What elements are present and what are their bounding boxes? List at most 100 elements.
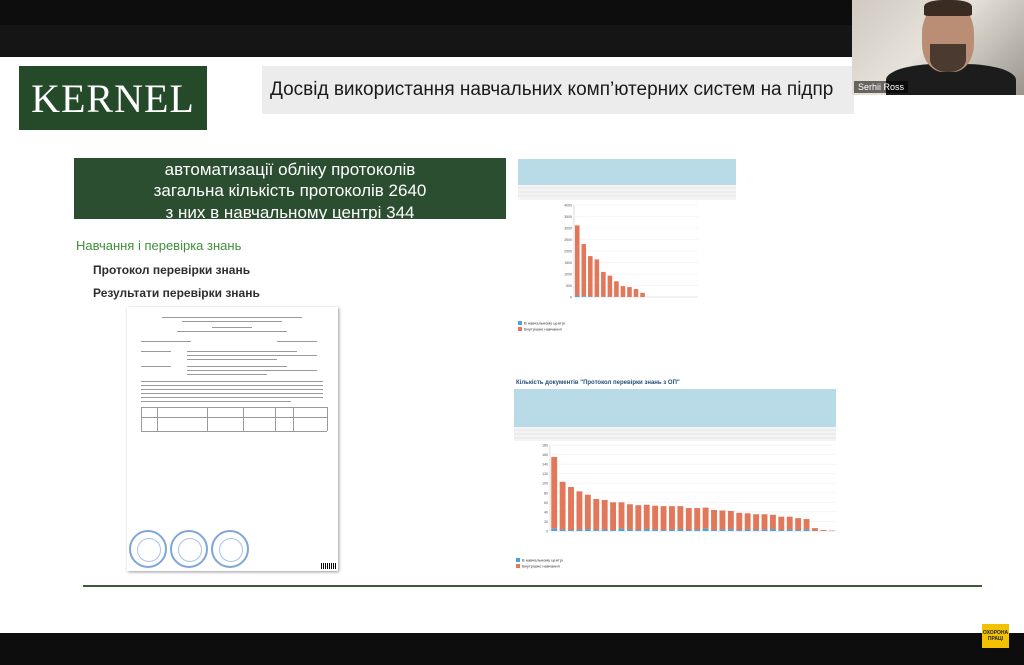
- legend-label: В навчальному центрі: [522, 558, 563, 563]
- bar-internal-training: [620, 286, 626, 297]
- bar-training-center: [635, 530, 642, 531]
- legend-label: В навчальному центрі: [524, 321, 565, 326]
- bar-internal-training: [551, 456, 558, 529]
- y-tick-label: 3500: [564, 215, 572, 219]
- data-table-header: [518, 159, 736, 185]
- bar-training-center: [778, 530, 785, 531]
- bar-training-center: [618, 528, 625, 531]
- bar-training-center: [669, 529, 675, 531]
- bar-training-center: [694, 529, 701, 531]
- y-tick-label: 1500: [564, 261, 572, 265]
- bar-training-center: [677, 529, 684, 531]
- y-tick-label: 2000: [564, 250, 572, 254]
- bar-training-center: [744, 529, 751, 531]
- bar-internal-training: [744, 513, 751, 530]
- bar-training-center: [660, 530, 667, 531]
- bar-training-center: [761, 529, 768, 531]
- bar-internal-training: [610, 502, 617, 531]
- bar-training-center: [803, 529, 810, 531]
- bar-internal-training: [635, 505, 642, 531]
- bar-training-center: [727, 529, 734, 531]
- bar-internal-training: [669, 506, 675, 530]
- bar-internal-training: [640, 292, 645, 297]
- legend-label: Внутрішнє навчання: [522, 564, 560, 569]
- bar-training-center: [568, 530, 574, 531]
- bar-internal-training: [618, 502, 625, 529]
- bar-internal-training: [581, 243, 587, 297]
- slide-title-box: Досвід використання навчальних комп’ютер…: [262, 66, 854, 114]
- bar-training-center: [551, 528, 558, 531]
- bar-training-center: [711, 530, 717, 531]
- bar-training-center: [685, 530, 692, 531]
- bar-internal-training: [559, 481, 566, 530]
- bar-internal-training: [643, 504, 650, 530]
- bar-internal-training: [719, 510, 726, 530]
- bar-training-center: [574, 295, 580, 297]
- protocol-document-thumbnail: [127, 307, 338, 571]
- bar-training-center: [584, 529, 591, 531]
- stats-line-3: з них в навчальному центрі 344: [165, 203, 415, 219]
- bar-internal-training: [702, 507, 709, 529]
- bar-internal-training: [711, 509, 717, 531]
- seal-stamp-icon: [211, 530, 249, 568]
- bar-training-center: [581, 296, 587, 297]
- bar-training-center: [769, 529, 776, 531]
- bar-internal-training: [812, 528, 818, 531]
- y-tick-label: 1000: [564, 273, 572, 277]
- bar-internal-training: [607, 275, 613, 297]
- meeting-bottom-bar: [0, 633, 1024, 665]
- bar-internal-training: [820, 530, 827, 531]
- y-tick-label: 3000: [564, 227, 572, 231]
- y-tick-label: 0: [570, 296, 572, 300]
- bar-training-center: [626, 529, 633, 531]
- bar-internal-training: [753, 514, 760, 531]
- bar-internal-training: [677, 506, 684, 530]
- y-tick-label: 60: [544, 501, 548, 505]
- bar-internal-training: [694, 508, 701, 530]
- bar-training-center: [736, 530, 743, 531]
- bar-training-center: [719, 529, 726, 531]
- y-tick-label: 20: [544, 520, 548, 524]
- y-tick-label: 120: [542, 472, 548, 476]
- bar-training-center: [652, 529, 659, 531]
- bar-internal-training: [633, 289, 639, 297]
- barcode-icon: [321, 563, 337, 569]
- shared-slide: KERNEL Досвід використання навчальних ко…: [0, 57, 1024, 633]
- bar-internal-training: [584, 494, 591, 530]
- bar-training-center: [559, 529, 566, 531]
- seal-stamp-icon: [170, 530, 208, 568]
- legend-swatch: [518, 321, 522, 325]
- bar-training-center: [643, 529, 650, 531]
- bar-internal-training: [601, 271, 606, 297]
- footer-divider: [83, 585, 982, 587]
- section-title: Навчання і перевірка знань: [76, 238, 242, 253]
- legend-swatch: [516, 558, 520, 562]
- chart-title: Кількість документів "Протокол перевірки…: [516, 380, 680, 386]
- bar-internal-training: [627, 287, 632, 297]
- bar-training-center: [576, 529, 583, 531]
- y-tick-label: 40: [544, 510, 548, 514]
- bar-internal-training: [803, 519, 810, 530]
- y-tick-label: 4000: [564, 204, 572, 208]
- legend-swatch: [518, 327, 522, 331]
- protocol-stats-box: автоматизації обліку протоколів загальна…: [74, 158, 506, 219]
- bar-training-center: [753, 530, 760, 531]
- y-tick-label: 180: [542, 444, 548, 448]
- bar-training-center: [795, 530, 802, 531]
- y-tick-label: 2500: [564, 238, 572, 242]
- kernel-logo: KERNEL: [19, 66, 207, 130]
- bar-internal-training: [761, 514, 768, 530]
- list-item-results: Результати перевірки знань: [93, 286, 260, 300]
- bar-internal-training: [614, 281, 619, 297]
- bar-internal-training: [601, 499, 608, 530]
- bar-training-center: [702, 528, 709, 531]
- participant-video-tile[interactable]: Serhii Ross: [852, 0, 1024, 95]
- bar-internal-training: [588, 256, 593, 297]
- bar-internal-training: [786, 516, 793, 530]
- seal-stamp-icon: [129, 530, 167, 568]
- data-table-body: [518, 185, 736, 200]
- bar-internal-training: [593, 498, 600, 531]
- bar-internal-training: [576, 491, 583, 530]
- bar-internal-training: [660, 506, 667, 531]
- y-tick-label: 80: [544, 491, 548, 495]
